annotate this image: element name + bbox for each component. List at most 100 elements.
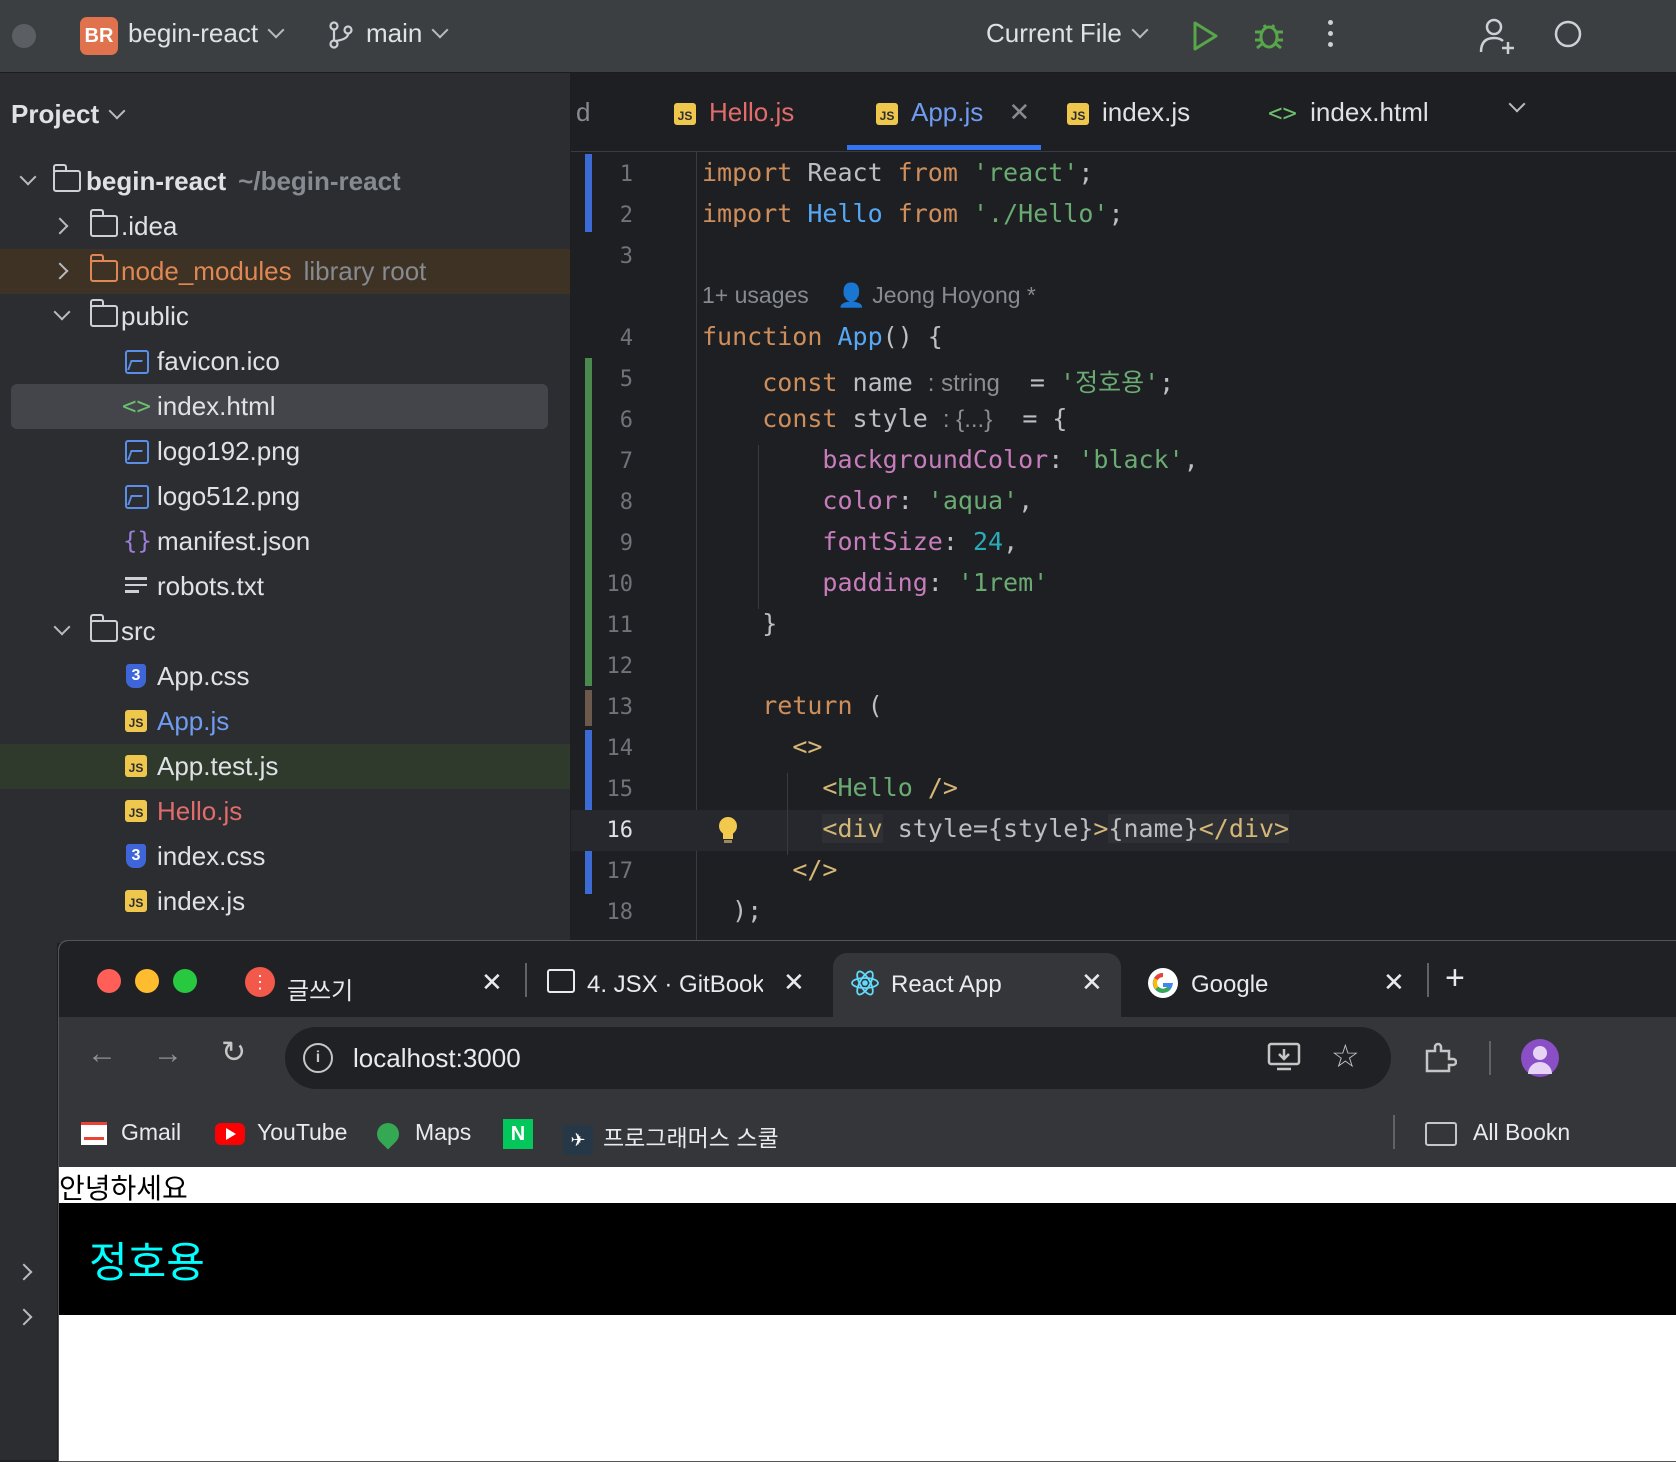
code-line-2: import Hello from './Hello'; xyxy=(702,199,1124,228)
code-editor[interactable]: 1 2 3 4 5 6 7 8 9 10 11 12 13 14 15 16 1… xyxy=(571,152,1676,942)
bookmark-naver[interactable]: N xyxy=(503,1119,533,1149)
line-number: 1 xyxy=(619,162,633,187)
browser-tab-3[interactable]: React App ✕ xyxy=(833,953,1121,1017)
tree-item-index-js[interactable]: JS index.js xyxy=(0,879,570,924)
tab-index-html[interactable]: <> index.html xyxy=(1268,97,1429,128)
run-icon[interactable] xyxy=(1190,20,1220,52)
tabs-dropdown-icon[interactable] xyxy=(1508,95,1526,121)
bookmark-programmers[interactable]: ✈ 프로그래머스 스쿨 xyxy=(563,1119,779,1155)
tree-item-label: public xyxy=(121,301,189,331)
html-file-icon: <> xyxy=(1268,99,1297,127)
site-info-icon[interactable]: i xyxy=(303,1043,333,1073)
tree-item-index-html[interactable]: <> index.html xyxy=(0,384,570,429)
tree-item-idea[interactable]: .idea xyxy=(0,204,570,249)
tree-item-app-js[interactable]: JS App.js xyxy=(0,699,570,744)
bookmark-star-icon[interactable]: ☆ xyxy=(1331,1037,1360,1075)
tree-item-logo512[interactable]: logo512.png xyxy=(0,474,570,519)
tree-item-manifest[interactable]: {} manifest.json xyxy=(0,519,570,564)
selection-highlight xyxy=(11,384,548,429)
tree-item-label: logo192.png xyxy=(157,436,301,466)
tab-app-js[interactable]: JS App.js ✕ xyxy=(876,97,1030,128)
tree-item-favicon[interactable]: favicon.ico xyxy=(0,339,570,384)
code-vision-hint[interactable]: 1+ usages 👤 Jeong Hoyong * xyxy=(702,282,1036,309)
back-icon[interactable]: ← xyxy=(87,1037,117,1071)
close-tab-icon[interactable]: ✕ xyxy=(1383,967,1405,998)
expand-arrow-icon[interactable] xyxy=(18,1295,34,1340)
tree-item-src[interactable]: src xyxy=(0,609,570,654)
close-tab-icon[interactable]: ✕ xyxy=(783,967,805,998)
search-icon[interactable] xyxy=(1552,18,1582,54)
close-icon[interactable]: ✕ xyxy=(1009,97,1031,127)
usages-count[interactable]: 1+ usages xyxy=(702,282,809,308)
gitbook-icon xyxy=(547,969,575,993)
tree-item-label: .idea xyxy=(121,211,178,241)
minimize-window-icon[interactable] xyxy=(135,969,159,993)
expand-arrow-icon[interactable] xyxy=(54,294,70,339)
project-selector[interactable]: begin-react xyxy=(128,18,285,49)
expand-arrow-icon[interactable] xyxy=(54,609,70,654)
tree-item-app-css[interactable]: 3 App.css xyxy=(0,654,570,699)
tab-hello-js[interactable]: JS Hello.js xyxy=(674,97,794,128)
close-tab-icon[interactable]: ✕ xyxy=(1081,967,1103,998)
browser-tab-4[interactable]: Google ✕ xyxy=(1133,953,1423,1017)
bookmark-label: All Bookn xyxy=(1473,1119,1571,1145)
image-file-icon xyxy=(125,350,149,374)
tab-label: Hello.js xyxy=(709,97,795,127)
bookmark-maps[interactable]: Maps xyxy=(372,1118,471,1150)
google-icon xyxy=(1148,968,1178,998)
all-bookmarks[interactable]: All Bookn xyxy=(1425,1119,1570,1146)
tree-item-hello-js[interactable]: JS Hello.js xyxy=(0,789,570,834)
install-app-icon[interactable] xyxy=(1267,1041,1301,1073)
bookmark-label: YouTube xyxy=(257,1119,348,1145)
new-tab-icon[interactable]: + xyxy=(1445,959,1465,998)
debug-icon[interactable] xyxy=(1252,18,1286,52)
json-file-icon: {} xyxy=(123,527,152,555)
project-badge[interactable]: BR xyxy=(80,17,118,55)
browser-tab-1[interactable]: ⋮ 글쓰기 ✕ xyxy=(229,953,519,1017)
tree-item-root[interactable]: begin-react ~/begin-react xyxy=(0,159,570,204)
add-user-icon[interactable] xyxy=(1478,16,1518,56)
gmail-icon xyxy=(81,1122,107,1146)
tab-divider xyxy=(1427,963,1429,997)
tree-item-index-css[interactable]: 3 index.css xyxy=(0,834,570,879)
bookmarks-bar: Gmail YouTube Maps N ✈ 프로그래머스 스쿨 All Book… xyxy=(59,1101,1676,1167)
line-number: 15 xyxy=(606,777,634,802)
window-control-icon[interactable] xyxy=(12,24,36,48)
tab-partial[interactable]: d xyxy=(576,97,590,128)
expand-arrow-icon[interactable] xyxy=(54,249,70,294)
line-number: 3 xyxy=(619,244,633,269)
youtube-icon xyxy=(215,1122,245,1145)
js-file-icon: JS xyxy=(876,103,898,125)
close-window-icon[interactable] xyxy=(97,969,121,993)
bookmark-gmail[interactable]: Gmail xyxy=(81,1119,181,1146)
forward-icon[interactable]: → xyxy=(153,1037,183,1071)
tree-item-public[interactable]: public xyxy=(0,294,570,339)
lightbulb-icon[interactable] xyxy=(717,816,739,846)
project-name: begin-react xyxy=(128,18,259,48)
reload-icon[interactable]: ↻ xyxy=(221,1035,246,1070)
expand-arrow-icon[interactable] xyxy=(20,159,36,204)
name-text: 정호용 xyxy=(89,1238,205,1287)
line-number: 18 xyxy=(606,900,634,925)
tree-item-app-test[interactable]: JS App.test.js xyxy=(0,744,570,789)
tree-item-logo192[interactable]: logo192.png xyxy=(0,429,570,474)
line-number: 2 xyxy=(619,203,633,228)
profile-avatar[interactable] xyxy=(1521,1039,1559,1077)
extensions-icon[interactable] xyxy=(1423,1041,1457,1075)
branch-selector[interactable]: main xyxy=(328,18,449,49)
expand-arrow-icon[interactable] xyxy=(54,204,70,249)
expand-arrow-icon[interactable] xyxy=(18,1250,34,1295)
run-config-selector[interactable]: Current File xyxy=(986,18,1149,49)
more-options-icon[interactable] xyxy=(1328,20,1336,47)
tree-item-robots[interactable]: robots.txt xyxy=(0,564,570,609)
url-text[interactable]: localhost:3000 xyxy=(353,1043,521,1074)
tree-item-node-modules[interactable]: node_modules library root xyxy=(0,249,570,294)
close-tab-icon[interactable]: ✕ xyxy=(481,967,503,998)
browser-tab-2[interactable]: 4. JSX · GitBook ✕ xyxy=(529,953,819,1017)
maximize-window-icon[interactable] xyxy=(173,969,197,993)
bookmark-youtube[interactable]: YouTube xyxy=(215,1119,347,1146)
address-bar[interactable]: i localhost:3000 ☆ xyxy=(285,1027,1391,1089)
project-panel-title[interactable]: Project xyxy=(11,99,126,130)
type-hint: : {...} xyxy=(942,406,993,433)
tab-index-js[interactable]: JS index.js xyxy=(1067,97,1190,128)
